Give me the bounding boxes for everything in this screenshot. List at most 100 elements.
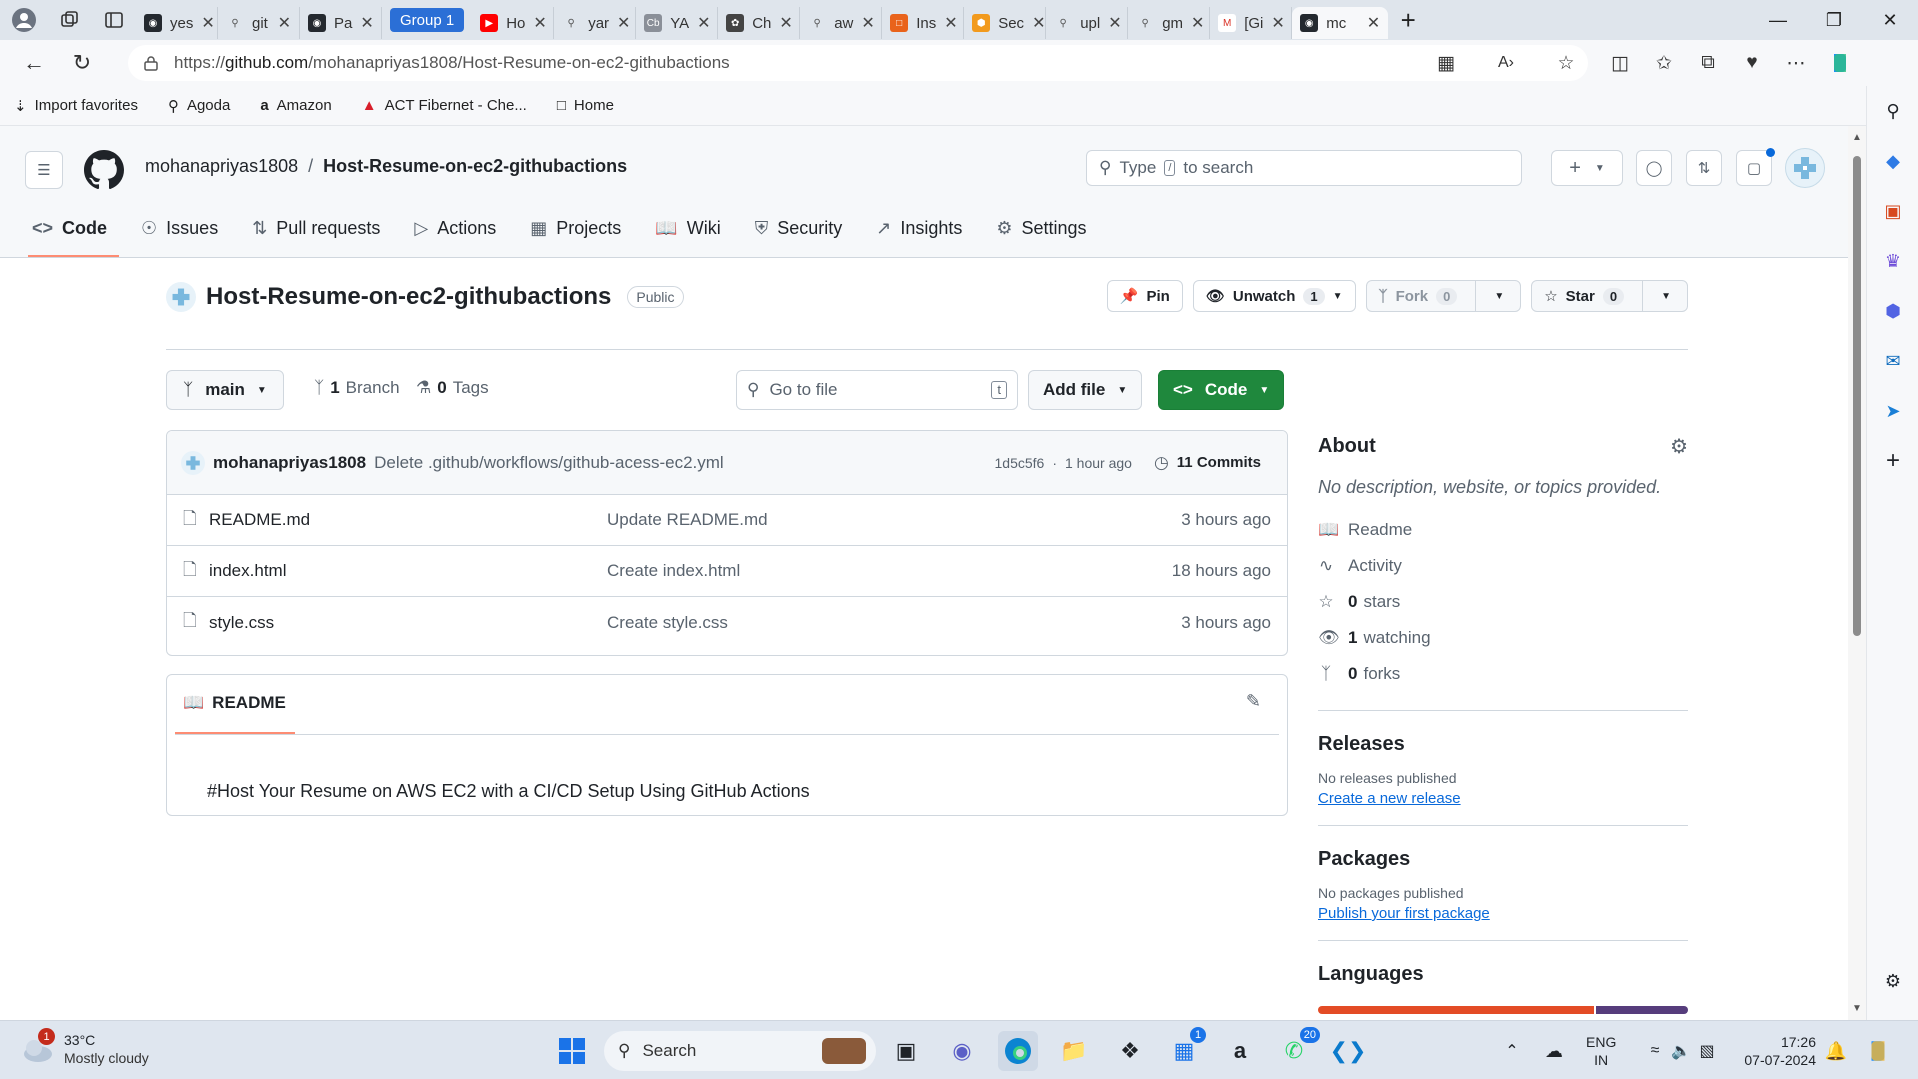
- amazon-app-icon[interactable]: a: [1220, 1031, 1260, 1071]
- commit-hash[interactable]: 1d5c5f6: [995, 455, 1045, 471]
- file-commit-message[interactable]: Create style.css: [607, 613, 1181, 633]
- show-hidden-icons[interactable]: ⌃: [1492, 1031, 1532, 1071]
- browser-tab[interactable]: ⚲ gm ✕: [1128, 7, 1211, 39]
- browser-tab[interactable]: ▶ Ho ✕: [472, 7, 555, 39]
- pull-requests-icon[interactable]: ⇅: [1686, 150, 1722, 186]
- menu-hamburger-icon[interactable]: ☰: [25, 151, 63, 189]
- fork-button[interactable]: ᛉ Fork 0 ▼: [1365, 280, 1522, 312]
- workspaces-icon[interactable]: [48, 0, 92, 40]
- repo-title[interactable]: Host-Resume-on-ec2-githubactions: [206, 283, 611, 311]
- browser-tab[interactable]: ⚲ git ✕: [218, 7, 300, 39]
- branch-selector[interactable]: ᛉ main ▼: [166, 370, 284, 410]
- tab-issues[interactable]: ☉ Issues: [131, 210, 228, 247]
- about-item[interactable]: 👁 1 watching: [1318, 620, 1688, 656]
- collections-icon[interactable]: ⧉: [1686, 43, 1730, 83]
- url-text[interactable]: https://github.com/mohanapriyas1808/Host…: [174, 53, 730, 73]
- file-name[interactable]: index.html: [209, 561, 607, 581]
- lock-icon[interactable]: [144, 55, 158, 71]
- close-tab-icon[interactable]: ✕: [201, 13, 214, 33]
- browser-tab[interactable]: ◉ yes ✕: [136, 7, 218, 39]
- favorite-amazon[interactable]: a Amazon: [260, 97, 331, 114]
- browser-tab[interactable]: ◉ mc ✕: [1292, 7, 1389, 39]
- outlook-icon[interactable]: ✉: [1867, 336, 1918, 386]
- github-logo-icon[interactable]: [84, 150, 124, 190]
- commit-author[interactable]: mohanapriyas1808: [213, 453, 366, 473]
- close-tab-icon[interactable]: ✕: [1271, 13, 1284, 33]
- packages-title[interactable]: Packages: [1318, 848, 1688, 871]
- onedrive-icon[interactable]: ☁: [1534, 1031, 1574, 1071]
- language-indicator[interactable]: ENG IN: [1586, 1033, 1616, 1069]
- close-tab-icon[interactable]: ✕: [779, 13, 792, 33]
- issues-icon[interactable]: ◯: [1636, 150, 1672, 186]
- close-tab-icon[interactable]: ✕: [1191, 13, 1204, 33]
- favorites-icon[interactable]: ✩: [1642, 43, 1686, 83]
- about-item[interactable]: ∿ Activity: [1318, 548, 1688, 584]
- teams-chat-icon[interactable]: ◉: [942, 1031, 982, 1071]
- task-view-icon[interactable]: ▣: [886, 1031, 926, 1071]
- create-new-button[interactable]: + ▼: [1551, 150, 1623, 186]
- browser-tab[interactable]: □ Ins ✕: [882, 7, 965, 39]
- restore-button[interactable]: ❐: [1806, 0, 1862, 40]
- tab-group-label[interactable]: Group 1: [390, 8, 465, 32]
- more-menu-icon[interactable]: ⋯: [1774, 43, 1818, 83]
- scroll-up-arrow[interactable]: ▲: [1852, 132, 1862, 143]
- tab-pull-requests[interactable]: ⇅ Pull requests: [242, 210, 390, 247]
- close-tab-icon[interactable]: ✕: [1108, 13, 1121, 33]
- copilot-icon[interactable]: [1818, 43, 1862, 83]
- close-tab-icon[interactable]: ✕: [697, 13, 710, 33]
- avatar[interactable]: [1785, 148, 1825, 188]
- search-input[interactable]: ⚲ Type / to search: [1086, 150, 1522, 186]
- read-aloud-icon[interactable]: A›: [1484, 43, 1528, 83]
- profile-icon[interactable]: [0, 0, 48, 40]
- close-tab-icon[interactable]: ✕: [944, 13, 957, 33]
- sidebar-search-icon[interactable]: ⚲: [1867, 86, 1918, 136]
- create-release-link[interactable]: Create a new release: [1318, 790, 1688, 807]
- close-tab-icon[interactable]: ✕: [533, 13, 546, 33]
- whatsapp-icon[interactable]: ✆ 20: [1274, 1027, 1320, 1071]
- close-window-button[interactable]: ✕: [1862, 0, 1918, 40]
- tab-projects[interactable]: ▦ Projects: [520, 210, 631, 247]
- about-item[interactable]: 📖 Readme: [1318, 512, 1688, 548]
- close-tab-icon[interactable]: ✕: [278, 13, 291, 33]
- unwatch-button[interactable]: 👁 Unwatch 1 ▼: [1192, 280, 1356, 312]
- clock[interactable]: 17:26 07-07-2024: [1730, 1033, 1816, 1069]
- star-button[interactable]: ☆ Star 0 ▼: [1531, 280, 1688, 312]
- browser-tab[interactable]: M [Gi ✕: [1210, 7, 1293, 39]
- commits-link[interactable]: 11 Commits: [1177, 454, 1261, 471]
- scroll-down-arrow[interactable]: ▼: [1852, 1003, 1862, 1014]
- microsoft-store-icon[interactable]: ▦ 1: [1164, 1027, 1206, 1071]
- tags-link[interactable]: ⚗ 0 Tags: [416, 378, 489, 398]
- back-button[interactable]: ←: [14, 43, 54, 83]
- battery-icon[interactable]: ▧: [1692, 1031, 1722, 1071]
- edge-browser-icon[interactable]: [998, 1031, 1038, 1071]
- weather-widget[interactable]: 1 33°C Mostly cloudy: [20, 1028, 149, 1067]
- browser-tab[interactable]: ◉ Pa ✕: [300, 7, 382, 39]
- pin-button[interactable]: 📌 Pin: [1106, 280, 1183, 312]
- favorite-import[interactable]: ⇣ Import favorites: [14, 97, 138, 115]
- favorite-act[interactable]: ▲ ACT Fibernet - Che...: [362, 97, 527, 114]
- favorite-home[interactable]: □ Home: [557, 97, 614, 114]
- branches-link[interactable]: ᛉ 1 Branch: [314, 378, 400, 398]
- dropbox-icon[interactable]: ❖: [1110, 1031, 1150, 1071]
- owner-link[interactable]: mohanapriyas1808: [145, 156, 298, 177]
- browser-tab[interactable]: ⬢ Sec ✕: [964, 7, 1047, 39]
- start-button[interactable]: [552, 1031, 592, 1071]
- repo-link[interactable]: Host-Resume-on-ec2-githubactions: [323, 156, 627, 177]
- browser-tab[interactable]: ⚲ yar ✕: [554, 7, 637, 39]
- games-icon[interactable]: ♛: [1867, 236, 1918, 286]
- file-commit-message[interactable]: Create index.html: [607, 561, 1172, 581]
- address-bar[interactable]: https://github.com/mohanapriyas1808/Host…: [128, 45, 1588, 81]
- tab-code[interactable]: <> Code: [22, 210, 120, 257]
- sidebar-add-icon[interactable]: +: [1867, 436, 1918, 486]
- tab-security[interactable]: ⛨ Security: [745, 210, 853, 247]
- tools-icon[interactable]: ▣: [1867, 186, 1918, 236]
- close-tab-icon[interactable]: ✕: [1367, 13, 1380, 33]
- notification-bell-icon[interactable]: 🔔: [1818, 1031, 1854, 1071]
- browser-tab[interactable]: ✿ Ch ✕: [718, 7, 801, 39]
- file-name[interactable]: style.css: [209, 613, 607, 633]
- app-available-icon[interactable]: ▦: [1424, 43, 1468, 83]
- gear-icon[interactable]: ⚙: [1670, 434, 1688, 459]
- shopping-tag-icon[interactable]: ◆: [1867, 136, 1918, 186]
- add-file-button[interactable]: Add file ▼: [1028, 370, 1143, 410]
- releases-title[interactable]: Releases: [1318, 733, 1688, 756]
